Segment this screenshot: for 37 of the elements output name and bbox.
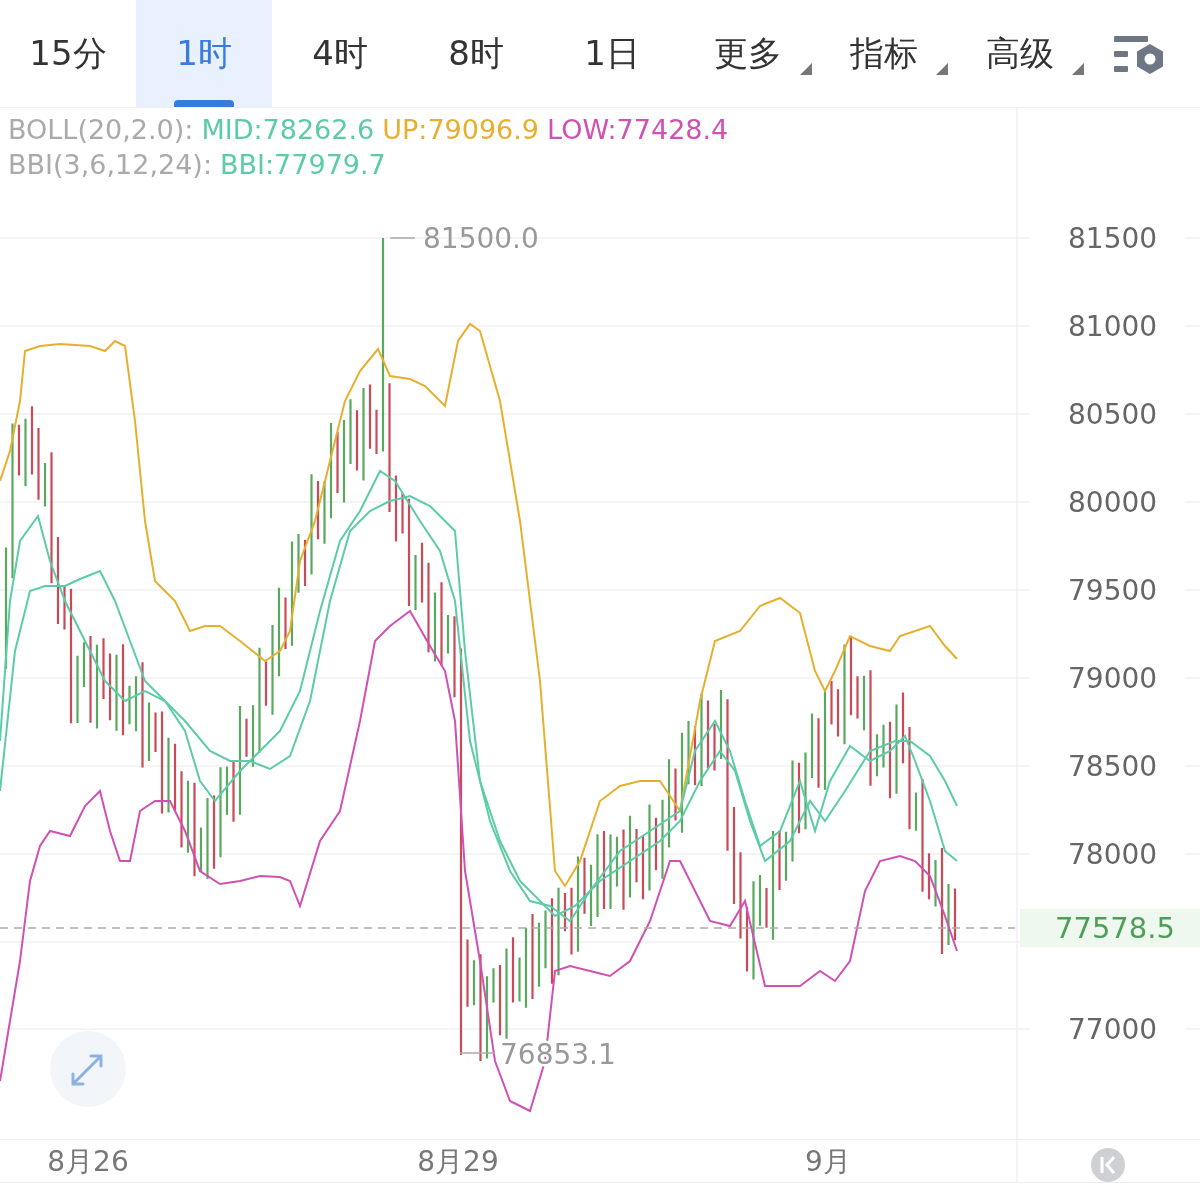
interval-tab[interactable]: 4时 — [272, 0, 408, 107]
leader-line — [389, 237, 416, 239]
leader-line — [459, 1052, 496, 1054]
last-price-tag: 77578.5 — [1020, 909, 1200, 947]
interval-tab[interactable]: 1日 — [544, 0, 680, 107]
price-axis-label: 81500 — [1068, 222, 1158, 255]
interval-tab[interactable]: 高级 — [952, 0, 1088, 107]
price-axis-label: 80000 — [1068, 486, 1158, 519]
indicator-name: BBI(3,6,12,24): — [8, 148, 212, 182]
price-axis-label: 79000 — [1068, 662, 1158, 695]
interval-tab[interactable]: 指标 — [816, 0, 952, 107]
price-axis-label: 79500 — [1068, 574, 1158, 607]
price-axis-label: 81000 — [1068, 310, 1158, 343]
price-axis-label: 78000 — [1068, 838, 1158, 871]
indicator-value: UP:79096.9 — [382, 113, 540, 147]
indicator-value: BBI:77979.7 — [220, 148, 386, 182]
date-axis-label: 8月26 — [47, 1145, 129, 1178]
active-tab-indicator — [174, 100, 234, 107]
interval-tab[interactable]: 8时 — [408, 0, 544, 107]
interval-tab[interactable]: 15分 — [0, 0, 136, 107]
high-price-label: 81500.0 — [423, 222, 539, 255]
caret-icon — [800, 63, 812, 75]
price-axis-label: 78500 — [1068, 750, 1158, 783]
interval-tab[interactable]: 1时 — [136, 0, 272, 107]
interval-tab[interactable]: 更多 — [680, 0, 816, 107]
price-axis-label: 77000 — [1068, 1013, 1158, 1046]
indicator-value: MID:78262.6 — [201, 113, 375, 147]
caret-icon — [936, 63, 948, 75]
date-axis-label: 8月29 — [417, 1145, 499, 1178]
price-axis-label: 80500 — [1068, 398, 1158, 431]
indicator-value: LOW:77428.4 — [547, 113, 729, 147]
scroll-to-latest-button[interactable] — [1091, 1148, 1125, 1182]
caret-icon — [1072, 63, 1084, 75]
expand-button[interactable] — [50, 1031, 126, 1107]
settings-icon — [1114, 33, 1166, 74]
date-axis-label: 9月 — [805, 1145, 851, 1178]
indicator-name: BOLL(20,2.0): — [8, 113, 194, 147]
